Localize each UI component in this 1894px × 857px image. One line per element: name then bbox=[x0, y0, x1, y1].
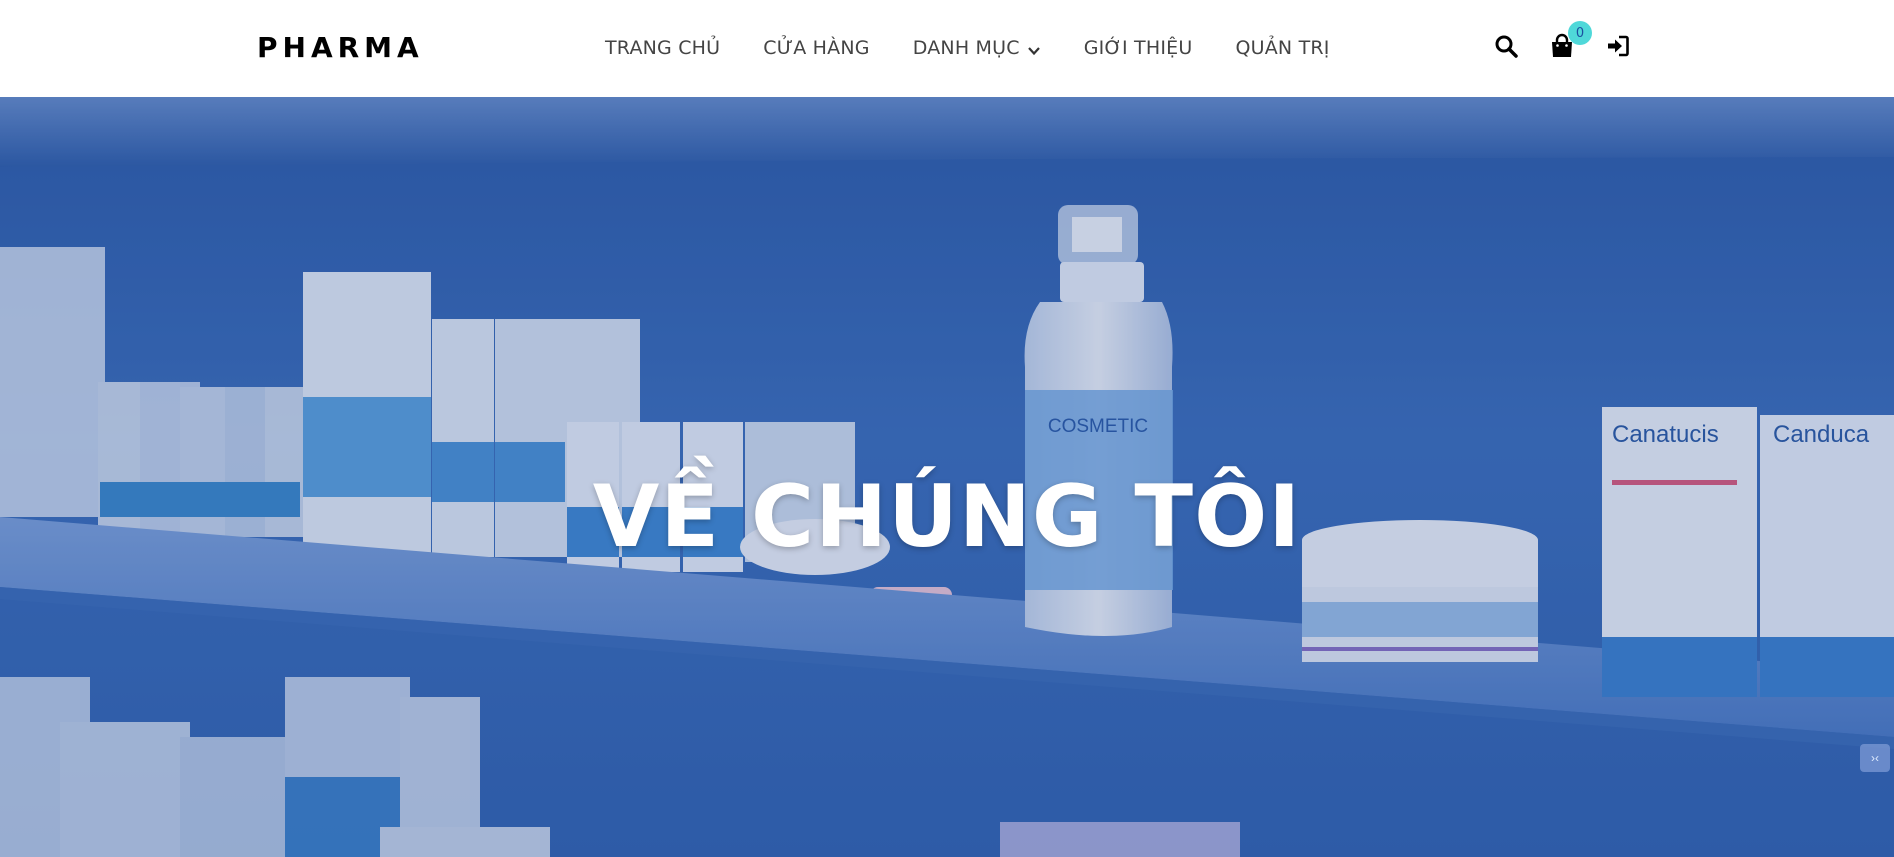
nav-item-label: TRANG CHỦ bbox=[605, 37, 721, 59]
nav-item-home[interactable]: TRANG CHỦ bbox=[605, 37, 720, 59]
hero-banner: COSMETIC Canatucis Canduca VỀ CHÚNG TÔI bbox=[0, 97, 1894, 857]
nav-item-about[interactable]: GIỚI THIỆU bbox=[1084, 37, 1193, 59]
collapse-toggle-icon[interactable]: ›‹ bbox=[1860, 744, 1890, 772]
nav-item-admin[interactable]: QUẢN TRỊ bbox=[1235, 37, 1329, 59]
site-header: PHARMA TRANG CHỦ CỬA HÀNG DANH MỤC GIỚI … bbox=[0, 0, 1894, 97]
nav-item-label: GIỚI THIỆU bbox=[1083, 37, 1193, 59]
nav-item-label: DANH MỤC bbox=[912, 37, 1020, 59]
nav-item-shop[interactable]: CỬA HÀNG bbox=[763, 37, 869, 59]
nav-item-label: QUẢN TRỊ bbox=[1235, 37, 1330, 59]
nav-item-categories[interactable]: DANH MỤC bbox=[913, 37, 1041, 59]
chevron-down-icon bbox=[1027, 41, 1041, 56]
hero-title: VỀ CHÚNG TÔI bbox=[592, 467, 1302, 567]
cart-count-badge: 0 bbox=[1568, 21, 1592, 45]
nav-item-label: CỬA HÀNG bbox=[763, 37, 870, 59]
search-icon[interactable] bbox=[1493, 33, 1519, 59]
site-logo[interactable]: PHARMA bbox=[257, 30, 424, 66]
sign-in-icon[interactable] bbox=[1605, 33, 1631, 59]
header-actions: 0 bbox=[1493, 21, 1631, 59]
main-nav: TRANG CHỦ CỬA HÀNG DANH MỤC GIỚI THIỆU Q… bbox=[605, 32, 1373, 64]
shopping-bag-icon[interactable]: 0 bbox=[1549, 21, 1592, 59]
